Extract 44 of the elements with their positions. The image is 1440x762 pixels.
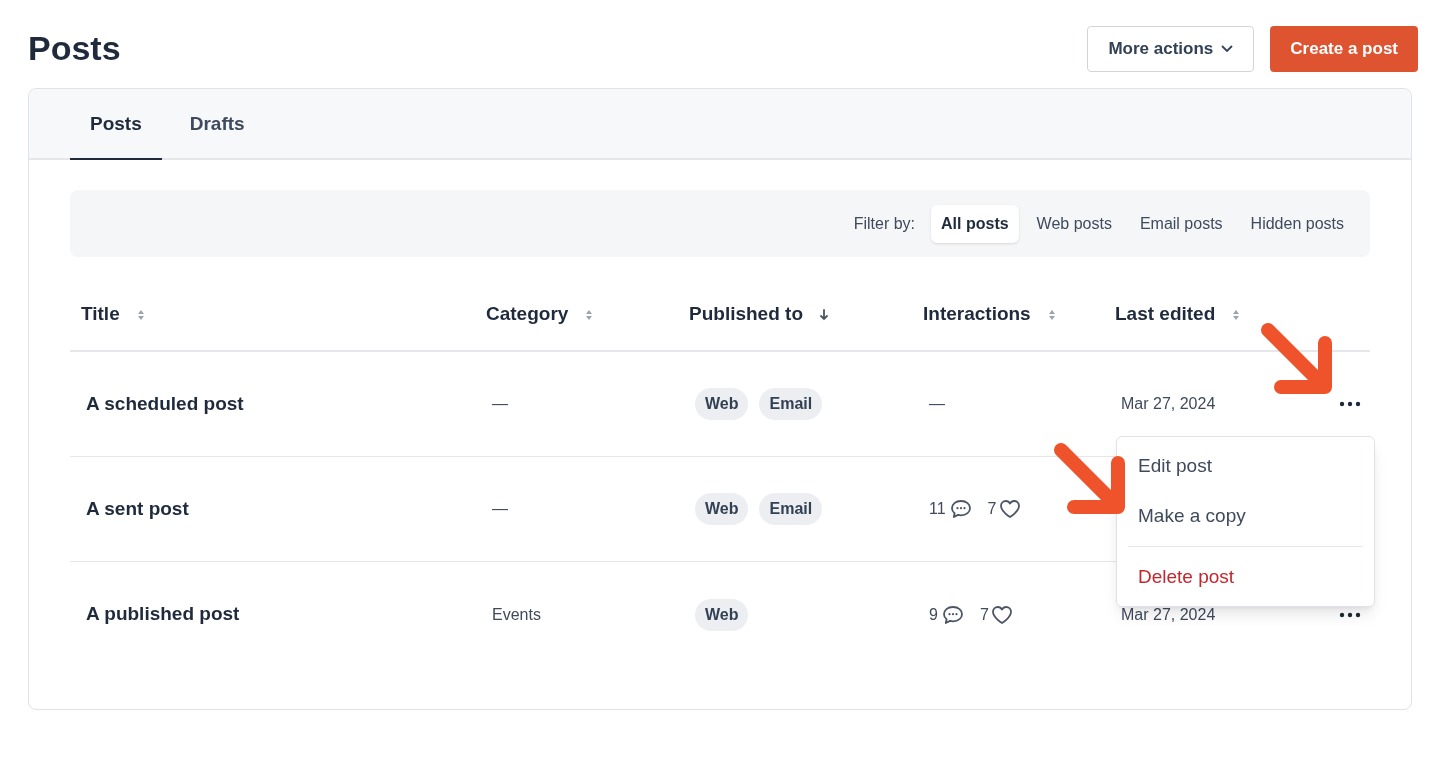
menu-item[interactable]: Edit post [1138, 451, 1212, 481]
comment-count: 9 [929, 604, 938, 625]
like-count: 7 [979, 604, 989, 625]
channel-tag: Web [695, 388, 749, 420]
post-title[interactable]: A published post [86, 603, 240, 625]
heart-icon [990, 604, 1013, 625]
tab[interactable]: Posts [70, 91, 162, 160]
channel-tag: Email [759, 388, 823, 420]
filter-option[interactable]: All posts [931, 204, 1019, 243]
create-post-button[interactable]: Create a post [1270, 25, 1418, 72]
category-cell: Events [492, 605, 541, 623]
more-actions-button[interactable]: More actions [1087, 25, 1255, 72]
column-header: Category [486, 302, 569, 327]
last-edited-date: Mar 27, 2024 [1121, 395, 1216, 412]
menu-item[interactable]: Delete post [1138, 562, 1235, 592]
heart-icon [998, 499, 1021, 519]
post-title[interactable]: A scheduled post [86, 392, 244, 414]
menu-item[interactable]: Make a copy [1138, 501, 1246, 531]
page-title: Posts [28, 28, 121, 69]
interactions-cell-text: — [929, 394, 945, 414]
comment-icon [941, 604, 964, 625]
more-icon [1339, 611, 1361, 618]
post-title[interactable]: A sent post [86, 497, 189, 519]
category-cell: — [492, 500, 508, 517]
channel-tag: Email [759, 493, 823, 525]
more-icon [1339, 401, 1361, 407]
comment-count: 11 [929, 499, 946, 519]
category-cell: — [492, 395, 508, 412]
tab[interactable]: Drafts [169, 91, 265, 160]
chevron-down-icon [1221, 44, 1234, 53]
column-header: Title [81, 302, 120, 327]
column-header: Published to [689, 302, 803, 327]
filter-option[interactable]: Email posts [1129, 204, 1233, 243]
comment-icon [949, 499, 972, 519]
channel-tag: Web [695, 598, 749, 631]
column-header: Last edited [1115, 302, 1216, 327]
filter-label: Filter by: [853, 213, 916, 234]
channel-tag: Web [695, 493, 749, 525]
column-header: Interactions [923, 302, 1031, 327]
sort-down-icon[interactable] [819, 307, 829, 322]
filter-option[interactable]: Hidden posts [1240, 204, 1354, 243]
last-edited-date: Mar 27, 2024 [1121, 605, 1216, 623]
like-count: 7 [987, 499, 997, 519]
filter-option[interactable]: Web posts [1026, 204, 1122, 243]
